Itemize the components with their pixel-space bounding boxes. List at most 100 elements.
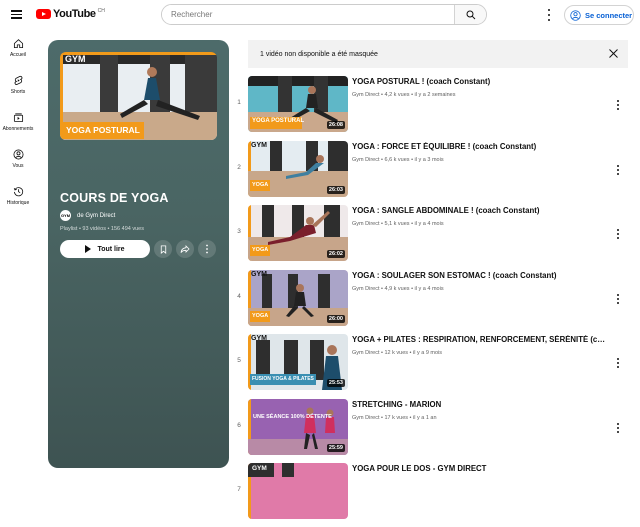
bookmark-icon bbox=[160, 244, 166, 254]
video-menu-icon[interactable] bbox=[616, 100, 620, 110]
playlist-channel[interactable]: GYM de Gym Direct bbox=[60, 210, 115, 221]
video-row[interactable]: 1 YOGA POSTURAL 26:08 YOGA POSTURAL ! (c… bbox=[230, 75, 630, 140]
video-menu-icon[interactable] bbox=[616, 164, 620, 175]
sidebar-item-subscriptions[interactable]: Abonnements bbox=[0, 110, 36, 147]
sidebar-label: Shorts bbox=[10, 89, 26, 95]
hamburger-menu-icon[interactable] bbox=[11, 8, 25, 22]
channel-avatar: GYM bbox=[60, 210, 71, 221]
video-row[interactable]: 6 UNE SÉANCE 100% DÉTENTE 25:59 STRETCHI… bbox=[230, 398, 630, 463]
search-icon bbox=[466, 10, 475, 19]
video-menu-icon[interactable] bbox=[616, 293, 620, 304]
video-row[interactable]: 7 GYM YOGA POUR LE DOS - GYM DIRECT bbox=[230, 462, 630, 527]
thumbnail-caption: YOGA bbox=[252, 247, 269, 253]
thumbnail-brand-text: GYM bbox=[251, 335, 267, 342]
account-icon bbox=[570, 9, 581, 21]
video-title[interactable]: YOGA : FORCE ET ÉQUILIBRE ! (coach Const… bbox=[352, 142, 607, 151]
video-title[interactable]: YOGA + PILATES : RESPIRATION, RENFORCEME… bbox=[352, 335, 607, 344]
hidden-video-banner: 1 vidéo non disponible a été masquée bbox=[248, 40, 628, 68]
video-meta: Gym Direct • 5,1 k vues • il y a 4 mois bbox=[352, 221, 444, 227]
sidebar-label: Vous bbox=[12, 163, 24, 169]
video-thumbnail[interactable]: GYM YOGA 26:03 bbox=[248, 140, 348, 197]
more-options-button[interactable] bbox=[198, 240, 216, 258]
video-duration: 26:02 bbox=[326, 250, 345, 258]
video-row[interactable]: 2 GYM YOGA 26:03 YOGA : FORCE ET ÉQUILIB… bbox=[230, 140, 630, 205]
shorts-icon bbox=[14, 75, 22, 85]
thumbnail-caption: YOGA bbox=[252, 312, 269, 319]
video-index: 3 bbox=[237, 228, 241, 235]
video-menu-icon[interactable] bbox=[616, 358, 620, 368]
sidebar-label: Accueil bbox=[9, 52, 27, 58]
video-row[interactable]: 3 YOGA 26:02 YOGA : SANGLE ABDOMINALE ! … bbox=[230, 204, 630, 269]
thumbnail-caption: YOGA POSTURAL bbox=[252, 118, 305, 124]
sidebar-item-shorts[interactable]: Shorts bbox=[0, 73, 36, 110]
video-menu-icon[interactable] bbox=[616, 422, 620, 433]
video-thumbnail[interactable]: GYM FUSION YOGA & PILATES 25:53 bbox=[248, 334, 348, 390]
side-navigation: Accueil Shorts Abonnements Vous Historiq… bbox=[0, 36, 36, 221]
video-meta: Gym Direct • 12 k vues • il y a 9 mois bbox=[352, 350, 443, 356]
playlist-meta: Playlist • 93 vidéos • 156 494 vues bbox=[60, 226, 144, 232]
settings-more-icon[interactable] bbox=[545, 9, 553, 21]
video-row[interactable]: 4 GYM YOGA 26:00 YOGA : SOULAGER SON EST… bbox=[230, 269, 630, 334]
signin-button[interactable]: Se connecter bbox=[564, 5, 634, 25]
youtube-play-icon bbox=[36, 9, 51, 19]
playlist-header-panel: GYM YOGA POSTURAL COURS DE YOGA GYM de G… bbox=[48, 40, 229, 468]
playlist-title: COURS DE YOGA bbox=[60, 191, 169, 205]
banner-text: 1 vidéo non disponible a été masquée bbox=[260, 50, 378, 58]
sidebar-item-history[interactable]: Historique bbox=[0, 184, 36, 221]
video-thumbnail[interactable]: YOGA POSTURAL 26:08 bbox=[248, 76, 348, 132]
share-icon bbox=[180, 245, 190, 253]
video-meta: Gym Direct • 4,2 k vues • il y a 2 semai… bbox=[352, 92, 456, 98]
thumbnail-brand-text: GYM bbox=[251, 270, 267, 278]
video-title[interactable]: YOGA : SANGLE ABDOMINALE ! (coach Consta… bbox=[352, 206, 607, 215]
share-button[interactable] bbox=[176, 240, 194, 258]
video-meta: Gym Direct • 4,9 k vues • il y a 4 mois bbox=[352, 285, 444, 292]
search-button[interactable] bbox=[454, 5, 486, 24]
video-title[interactable]: YOGA : SOULAGER SON ESTOMAC ! (coach Con… bbox=[352, 271, 607, 280]
sidebar-label: Abonnements bbox=[2, 126, 34, 132]
video-thumbnail[interactable]: YOGA 26:02 bbox=[248, 205, 348, 261]
video-duration: 25:59 bbox=[326, 443, 345, 452]
play-all-button[interactable]: Tout lire bbox=[60, 240, 150, 258]
country-code: CH bbox=[97, 8, 105, 14]
channel-name: de Gym Direct bbox=[77, 212, 116, 219]
search-bar bbox=[161, 4, 487, 25]
video-duration: 26:08 bbox=[326, 121, 345, 129]
youtube-logo[interactable]: YouTube CH bbox=[36, 8, 105, 20]
thumbnail-brand-text: GYM bbox=[252, 465, 267, 472]
thumbnail-brand-text: GYM bbox=[251, 141, 267, 149]
video-index: 1 bbox=[237, 99, 241, 106]
top-bar: YouTube CH Se connecter bbox=[0, 0, 640, 30]
video-index: 5 bbox=[237, 357, 241, 364]
video-title[interactable]: STRETCHING - MARION bbox=[352, 400, 607, 409]
video-index: 2 bbox=[237, 163, 241, 171]
subscriptions-icon bbox=[13, 113, 23, 123]
video-thumbnail[interactable]: UNE SÉANCE 100% DÉTENTE 25:59 bbox=[248, 398, 348, 455]
play-all-label: Tout lire bbox=[97, 245, 125, 253]
save-playlist-button[interactable] bbox=[154, 240, 172, 258]
thumbnail-caption: YOGA bbox=[252, 181, 269, 188]
home-icon bbox=[13, 39, 23, 49]
video-meta: Gym Direct • 17 k vues • il y a 1 an bbox=[352, 414, 437, 421]
video-duration: 26:03 bbox=[326, 185, 345, 194]
video-row[interactable]: 5 GYM FUSION YOGA & PILATES 25:53 YOGA +… bbox=[230, 333, 630, 398]
you-icon bbox=[13, 149, 23, 160]
video-duration: 26:00 bbox=[326, 314, 345, 323]
video-menu-icon[interactable] bbox=[616, 229, 620, 239]
sidebar-label: Historique bbox=[6, 200, 30, 206]
video-thumbnail[interactable]: GYM YOGA 26:00 bbox=[248, 269, 348, 326]
thumbnail-caption: UNE SÉANCE 100% DÉTENTE bbox=[253, 413, 332, 420]
search-input[interactable] bbox=[162, 5, 454, 24]
video-index: 6 bbox=[237, 421, 241, 429]
video-index: 4 bbox=[237, 292, 241, 300]
playlist-thumbnail[interactable]: GYM YOGA POSTURAL bbox=[60, 52, 217, 140]
play-icon bbox=[85, 245, 92, 253]
video-thumbnail[interactable]: GYM bbox=[248, 463, 348, 519]
sidebar-item-you[interactable]: Vous bbox=[0, 147, 36, 184]
video-meta: Gym Direct • 6,6 k vues • il y a 3 mois bbox=[352, 156, 444, 163]
video-title[interactable]: YOGA POUR LE DOS - GYM DIRECT bbox=[352, 464, 607, 473]
video-title[interactable]: YOGA POSTURAL ! (coach Constant) bbox=[352, 77, 607, 86]
logo-text: YouTube bbox=[53, 8, 96, 20]
close-icon[interactable] bbox=[608, 48, 619, 59]
history-icon bbox=[13, 187, 23, 197]
sidebar-item-home[interactable]: Accueil bbox=[0, 36, 36, 73]
